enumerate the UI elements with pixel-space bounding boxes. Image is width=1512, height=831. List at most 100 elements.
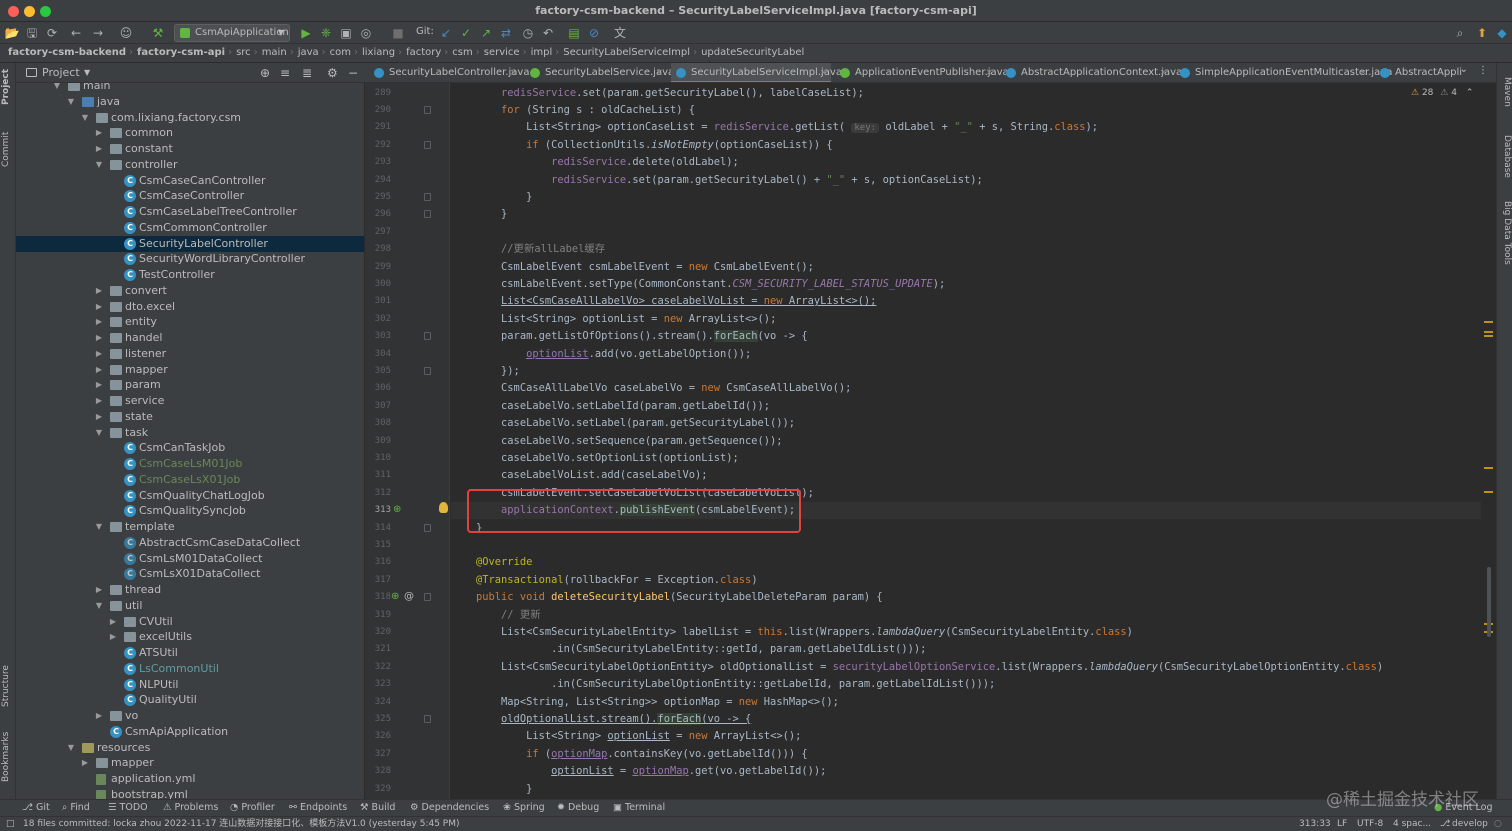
- close-tab-icon[interactable]: ×: [985, 63, 993, 82]
- tool-window-button[interactable]: ⚒ Build: [360, 800, 395, 816]
- collapse-all-icon[interactable]: ≣: [302, 63, 312, 83]
- tool-window-button[interactable]: ☰ TODO: [108, 800, 148, 816]
- close-tab-icon[interactable]: ×: [1359, 63, 1367, 82]
- code-line[interactable]: caseLabelVoList.add(caseLabelVo);: [451, 467, 1481, 484]
- previous-highlight-icon[interactable]: ⌃: [1466, 88, 1474, 98]
- inspection-widget[interactable]: ⚠ 28 ⚠ 4 ⌃ ⌄: [1411, 88, 1488, 98]
- tree-item[interactable]: ▼ util: [16, 598, 364, 614]
- save-icon[interactable]: 🖫: [24, 25, 40, 41]
- tool-window-button[interactable]: ◔ Profiler: [230, 800, 275, 816]
- tree-item[interactable]: ▶ convert: [16, 283, 364, 299]
- run-icon[interactable]: ▶: [298, 25, 314, 41]
- fold-marker-icon[interactable]: [424, 332, 431, 341]
- breadcrumb-item[interactable]: java: [298, 44, 322, 62]
- breadcrumb-item[interactable]: lixiang: [362, 44, 398, 62]
- fold-marker-icon[interactable]: [424, 192, 431, 201]
- editor-tab[interactable]: AbstractApplicationContext.java ×: [1001, 63, 1182, 82]
- tree-item[interactable]: ▼ main: [16, 83, 364, 94]
- chevron-icon[interactable]: ▶: [94, 330, 104, 346]
- chevron-icon[interactable]: ▼: [52, 83, 62, 94]
- profile-icon[interactable]: ◎: [358, 25, 374, 41]
- database-tool-button[interactable]: Database: [1498, 127, 1512, 185]
- close-tab-icon[interactable]: ×: [819, 63, 827, 82]
- editor-tab[interactable]: SecurityLabelService.java ×: [525, 63, 674, 82]
- coverage-icon[interactable]: ▣: [338, 25, 354, 41]
- chevron-icon[interactable]: ▼: [66, 740, 76, 756]
- chevron-icon[interactable]: ▶: [94, 125, 104, 141]
- editor-tab[interactable]: SimpleApplicationEventMulticaster.java ×: [1175, 63, 1392, 82]
- chevron-icon[interactable]: ▶: [94, 314, 104, 330]
- fold-marker-icon[interactable]: [424, 593, 431, 602]
- breadcrumb-item[interactable]: main: [262, 44, 290, 62]
- rollback-icon[interactable]: ↶: [540, 25, 556, 41]
- expand-all-icon[interactable]: ≡: [280, 63, 290, 83]
- code-editor[interactable]: redisService.set(param.getSecurityLabel(…: [451, 83, 1481, 799]
- project-tool-button[interactable]: Project: [1, 67, 15, 107]
- tree-item[interactable]: ▶ thread: [16, 582, 364, 598]
- code-line[interactable]: }: [451, 189, 1481, 206]
- code-line[interactable]: for (String s : oldCacheList) {: [451, 102, 1481, 119]
- tree-item[interactable]: ▶ common: [16, 125, 364, 141]
- fold-marker-icon[interactable]: [424, 140, 431, 149]
- implements-gutter-icon[interactable]: ⊕: [391, 591, 399, 602]
- tree-item[interactable]: ▶ listener: [16, 346, 364, 362]
- git-fetch-icon[interactable]: ⇄: [498, 25, 514, 41]
- chevron-icon[interactable]: ▶: [80, 755, 90, 771]
- sync-icon[interactable]: ⟳: [44, 25, 60, 41]
- chevron-icon[interactable]: ▶: [94, 283, 104, 299]
- lightbulb-icon[interactable]: [439, 502, 448, 513]
- tree-item[interactable]: ▶ constant: [16, 141, 364, 157]
- breadcrumb-item[interactable]: service: [484, 44, 523, 62]
- tree-item[interactable]: C QualityUtil: [16, 692, 364, 708]
- code-line[interactable]: CsmLabelEvent csmLabelEvent = new CsmLab…: [451, 259, 1481, 276]
- fold-marker-icon[interactable]: [424, 105, 431, 114]
- tree-item[interactable]: ▼ java: [16, 94, 364, 110]
- locate-icon[interactable]: ⊕: [260, 63, 270, 83]
- tree-item[interactable]: ▶ param: [16, 377, 364, 393]
- tree-item[interactable]: C CsmCaseLsX01Job: [16, 472, 364, 488]
- code-line[interactable]: caseLabelVo.setSequence(param.getSequenc…: [451, 433, 1481, 450]
- override-gutter-icon[interactable]: ⊕: [393, 504, 401, 515]
- translate-icon[interactable]: 文: [612, 25, 628, 41]
- code-line[interactable]: .in(CsmSecurityLabelEntity::getId, param…: [451, 641, 1481, 658]
- code-line[interactable]: [451, 537, 1481, 554]
- tree-item[interactable]: C SecurityLabelController: [16, 235, 364, 252]
- hide-panel-icon[interactable]: −: [348, 63, 358, 83]
- breadcrumb-item[interactable]: impl: [531, 44, 556, 62]
- stop-icon[interactable]: ■: [390, 25, 406, 41]
- code-line[interactable]: List<CsmSecurityLabelEntity> labelList =…: [451, 624, 1481, 641]
- history-icon[interactable]: ◷: [520, 25, 536, 41]
- code-line[interactable]: List<String> optionList = new ArrayList<…: [451, 728, 1481, 745]
- breadcrumb-item[interactable]: SecurityLabelServiceImpl: [563, 44, 693, 62]
- close-tab-icon[interactable]: ×: [1159, 63, 1167, 82]
- fold-marker-icon[interactable]: [424, 366, 431, 375]
- run-configuration-select[interactable]: CsmApiApplication ▼: [174, 24, 290, 42]
- code-line[interactable]: caseLabelVo.setLabel(param.getSecurityLa…: [451, 415, 1481, 432]
- back-arrow-icon[interactable]: ←: [68, 25, 84, 41]
- tree-item[interactable]: bootstrap.yml: [16, 787, 364, 799]
- tree-item[interactable]: ▶ vo: [16, 708, 364, 724]
- tree-item[interactable]: ▶ dto.excel: [16, 299, 364, 315]
- tree-item[interactable]: C CsmLsM01DataCollect: [16, 551, 364, 567]
- tree-item[interactable]: application.yml: [16, 771, 364, 787]
- close-tab-icon[interactable]: ×: [509, 63, 517, 82]
- breadcrumb-item[interactable]: com: [330, 44, 354, 62]
- tree-item[interactable]: C TestController: [16, 267, 364, 283]
- status-message[interactable]: 18 files committed: locka zhou 2022-11-1…: [23, 817, 460, 831]
- code-line[interactable]: caseLabelVo.setLabelId(param.getLabelId(…: [451, 398, 1481, 415]
- tool-window-button[interactable]: ▣ Terminal: [613, 800, 665, 816]
- monitor-icon[interactable]: ▤: [566, 25, 582, 41]
- code-line[interactable]: redisService.set(param.getSecurityLabel(…: [451, 85, 1481, 102]
- maven-tool-button[interactable]: Maven: [1498, 71, 1512, 113]
- tool-window-button[interactable]: ❀ Spring: [503, 800, 545, 816]
- editor-scrollbar[interactable]: [1481, 83, 1496, 799]
- project-panel-title[interactable]: Project: [42, 63, 80, 83]
- chevron-icon[interactable]: ▶: [94, 582, 104, 598]
- git-update-icon[interactable]: ↙: [438, 25, 454, 41]
- code-line[interactable]: @Override: [451, 554, 1481, 571]
- tree-item[interactable]: C CsmQualitySyncJob: [16, 503, 364, 519]
- chevron-icon[interactable]: ▼: [80, 110, 90, 126]
- chevron-icon[interactable]: ▼: [94, 157, 104, 173]
- code-line[interactable]: [451, 224, 1481, 241]
- update-icon[interactable]: ⬆: [1474, 25, 1490, 41]
